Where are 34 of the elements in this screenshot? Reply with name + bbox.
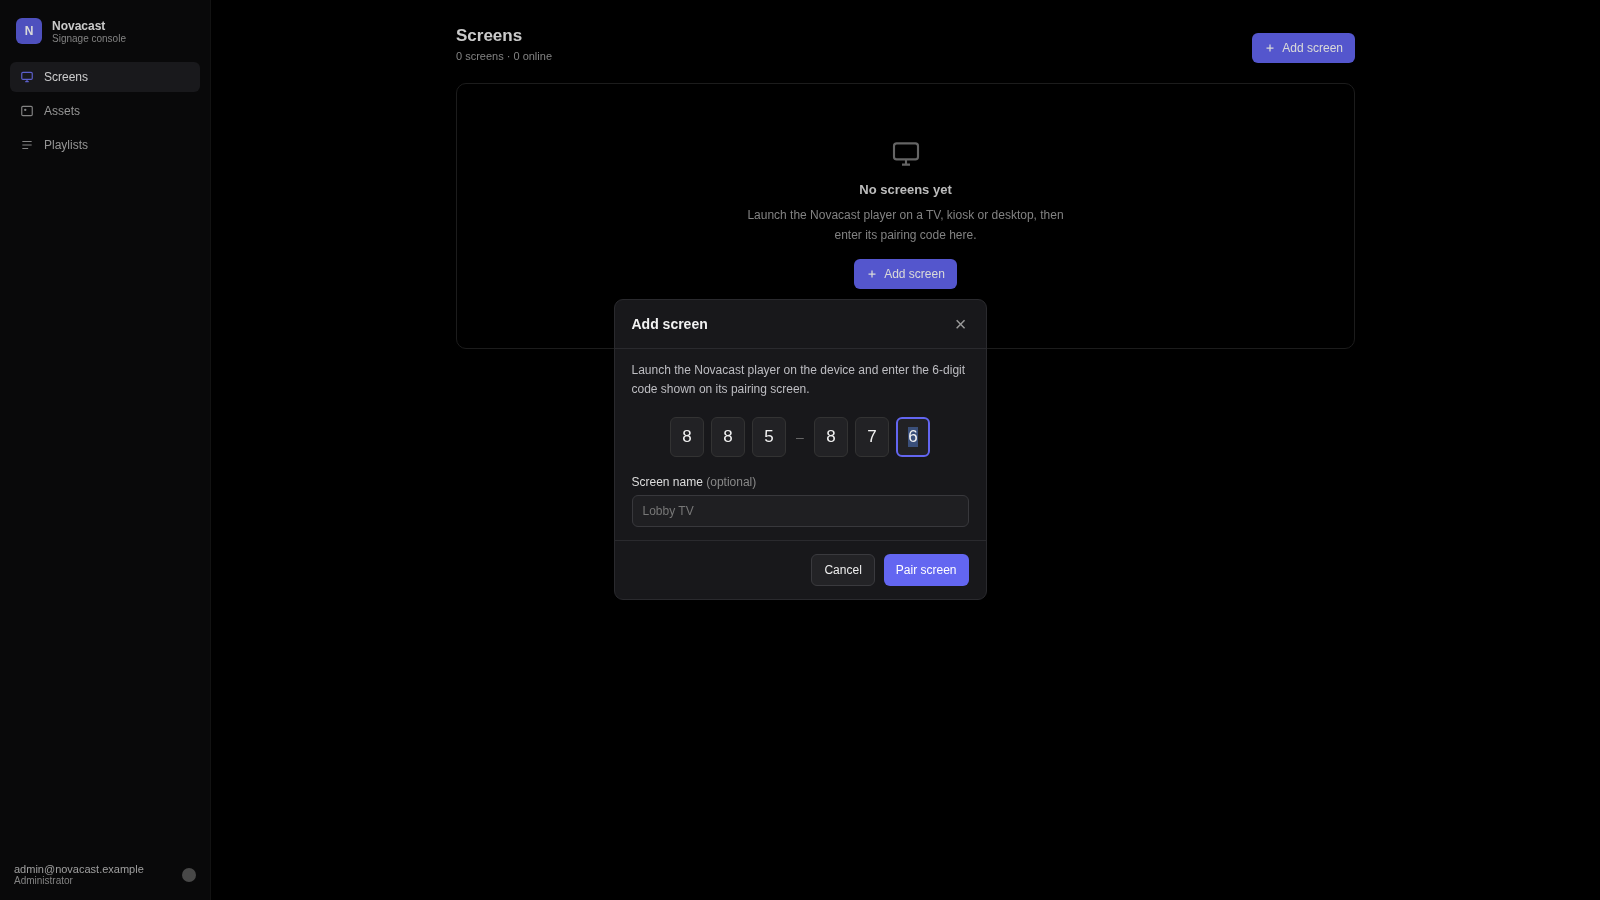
user-role: Administrator: [14, 875, 73, 886]
code-digit-field[interactable]: 6: [895, 417, 930, 457]
plus-icon: [866, 268, 879, 280]
close-button[interactable]: ×: [952, 314, 969, 334]
nav-item[interactable]: Playlists: [10, 130, 200, 160]
code-digit-field[interactable]: 5: [752, 417, 787, 457]
image-icon: [20, 104, 34, 118]
list-icon: [20, 138, 34, 152]
dialog-description: Launch the Novacast player on the device and enter the 6-digit code shown on its pairing screen.: [631, 362, 967, 398]
pair-screen-button[interactable]: Pair screen: [883, 554, 969, 586]
code-digit-field[interactable]: 8: [711, 417, 746, 457]
field-label: Screen name (optional): [631, 475, 758, 489]
cancel-button[interactable]: Cancel: [811, 554, 875, 586]
code-digit-field[interactable]: 8: [670, 417, 705, 457]
page-subtitle: 0 screens · 0 online: [456, 50, 552, 62]
nav-item[interactable]: Assets: [10, 96, 200, 126]
screen-name-field[interactable]: Lobby TV: [631, 495, 969, 527]
monitor-icon: [20, 70, 34, 84]
code-digit-field[interactable]: 7: [854, 417, 889, 457]
brand-logo: N: [16, 18, 42, 44]
empty-state-title: No screens yet: [859, 182, 952, 197]
user-email: admin@novacast.example: [14, 863, 144, 875]
code-digit-field[interactable]: 8: [813, 417, 848, 457]
page-title: Screens: [456, 26, 524, 46]
avatar-icon[interactable]: [182, 867, 196, 882]
brand-subtitle: Signage console: [52, 32, 126, 44]
dialog-title: Add screen: [631, 316, 708, 332]
brand-name: Novacast: [52, 18, 107, 33]
add-screen-button[interactable]: Add screen: [1252, 33, 1355, 63]
empty-state-description: Launch the Novacast player on a TV, kiosk or desktop, then enter its pairing code here.: [746, 207, 1065, 244]
nav-item[interactable]: Screens: [10, 62, 200, 92]
plus-icon: [1264, 42, 1277, 54]
separator: –: [795, 429, 805, 445]
add-screen-button[interactable]: Add screen: [854, 259, 957, 289]
